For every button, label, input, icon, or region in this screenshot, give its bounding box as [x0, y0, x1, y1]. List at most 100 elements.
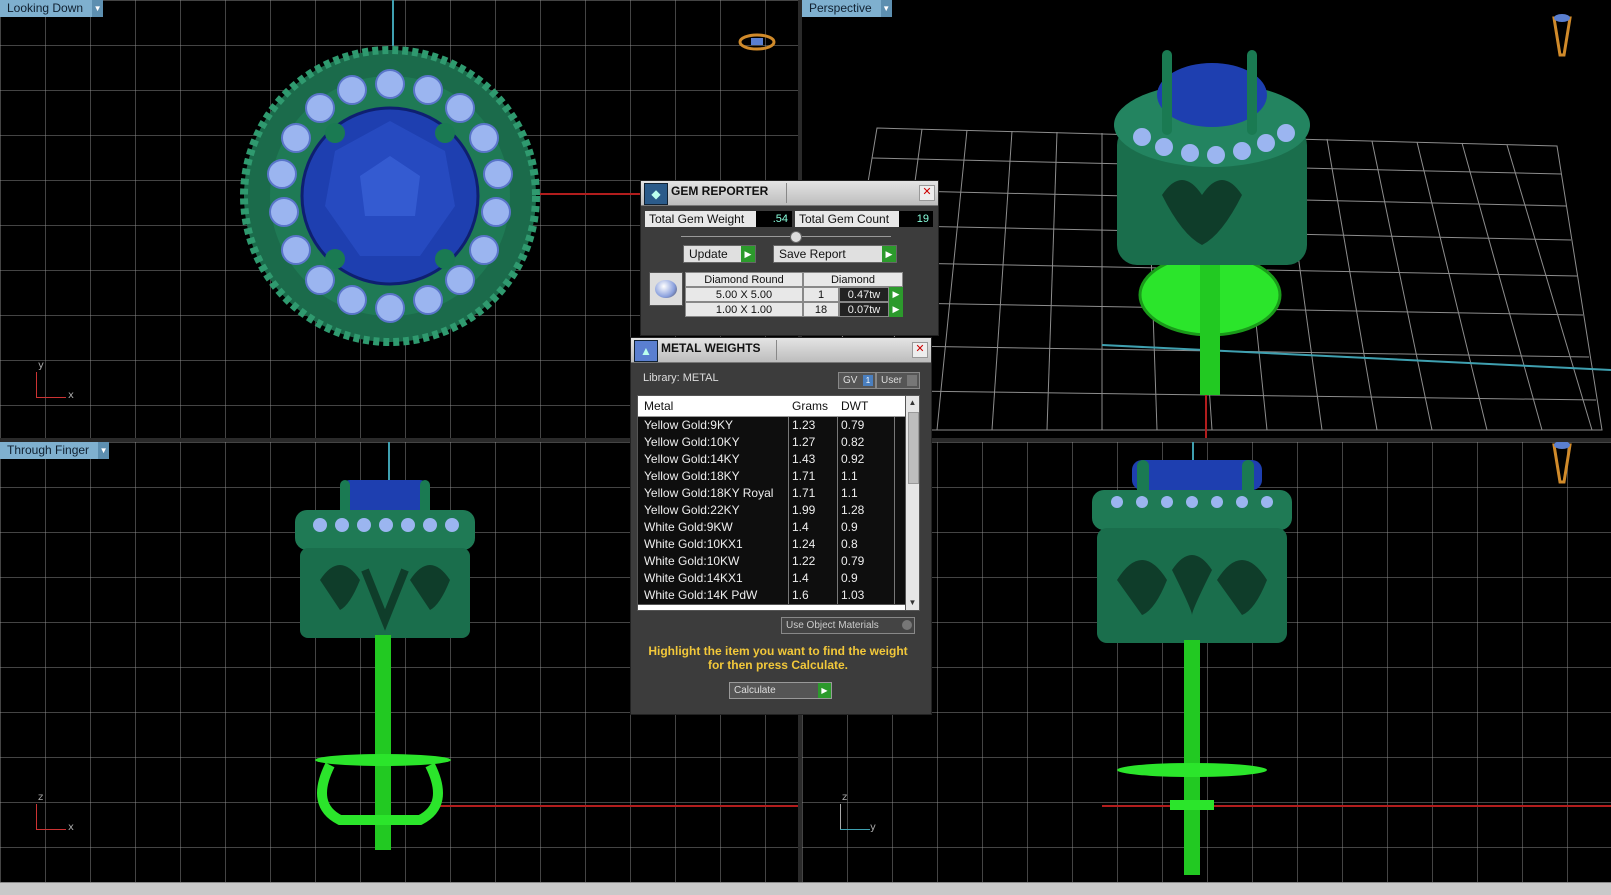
table-row[interactable]: White Gold:14KX1 1.4 0.9: [638, 570, 906, 588]
dropdown-arrow-icon[interactable]: ▼: [880, 0, 892, 17]
save-report-label: Save Report: [779, 247, 846, 261]
axis-x-label: x: [68, 822, 74, 833]
status-bar: [0, 882, 1611, 895]
viewport-label-perspective[interactable]: Perspective ▼: [802, 0, 892, 17]
earring-perspective-view[interactable]: [1102, 45, 1312, 405]
column-separator: [788, 519, 789, 536]
metal-weights-panel[interactable]: ▲ METAL WEIGHTS ✕ Library: METAL GV 1 Us…: [630, 337, 932, 715]
play-arrow-icon[interactable]: ▶: [889, 302, 903, 317]
use-object-materials-toggle[interactable]: Use Object Materials: [781, 617, 915, 634]
user-toggle[interactable]: User: [876, 372, 920, 389]
table-row[interactable]: White Gold:10KX1 1.24 0.8: [638, 536, 906, 554]
column-separator: [788, 468, 789, 485]
gv-toggle[interactable]: GV 1: [838, 372, 876, 389]
cell-grams: 1.23: [792, 418, 816, 432]
table-row[interactable]: Yellow Gold:18KY Royal 1.71 1.1: [638, 485, 906, 503]
close-icon[interactable]: ✕: [912, 342, 928, 358]
table-row[interactable]: White Gold:10KW 1.22 0.79: [638, 553, 906, 571]
cell-dwt: 0.92: [841, 452, 865, 466]
play-arrow-icon: ▶: [882, 246, 896, 262]
update-button[interactable]: Update ▶: [683, 245, 756, 263]
cell-dwt: 0.82: [841, 435, 865, 449]
cell-dwt: 1.1: [841, 486, 858, 500]
column-separator: [894, 434, 895, 451]
table-row[interactable]: White Gold:14K PdW 1.6 1.03: [638, 587, 906, 605]
view-cube-icon[interactable]: [1550, 10, 1574, 60]
cell-grams: 1.71: [792, 486, 816, 500]
view-cube-icon[interactable]: [1550, 442, 1574, 487]
viewport-label-looking-down[interactable]: Looking Down ▼: [0, 0, 104, 17]
earring-top-view[interactable]: [240, 46, 540, 346]
title-separator: [786, 183, 787, 203]
column-header-metal[interactable]: Metal: [644, 399, 673, 413]
play-arrow-icon: ▶: [818, 683, 831, 698]
view-cube-icon[interactable]: [737, 30, 777, 54]
table-row[interactable]: Yellow Gold:18KY 1.71 1.1: [638, 468, 906, 486]
table-row[interactable]: Yellow Gold:9KY 1.23 0.79: [638, 417, 906, 435]
earring-front-view[interactable]: [290, 480, 480, 880]
axis-line: [392, 0, 394, 46]
viewport-label-text: Through Finger: [7, 443, 90, 457]
column-header-dwt[interactable]: DWT: [841, 399, 868, 413]
column-header-grams[interactable]: Grams: [792, 399, 828, 413]
gem-weight-cell[interactable]: 0.07tw: [839, 302, 889, 317]
save-report-button[interactable]: Save Report ▶: [773, 245, 897, 263]
gv-toggle-indicator: 1: [863, 375, 873, 386]
scroll-up-icon[interactable]: ▲: [906, 396, 919, 410]
cell-grams: 1.4: [792, 520, 809, 534]
scroll-down-icon[interactable]: ▼: [906, 596, 919, 610]
column-separator: [837, 553, 838, 570]
cell-metal: Yellow Gold:22KY: [644, 503, 740, 517]
earring-side-view[interactable]: [1092, 460, 1302, 880]
metal-weights-titlebar[interactable]: ▲ METAL WEIGHTS ✕: [631, 338, 931, 363]
viewport-label-text: Perspective: [809, 1, 872, 15]
table-row[interactable]: Yellow Gold:14KY 1.43 0.92: [638, 451, 906, 469]
dropdown-arrow-icon[interactable]: ▼: [98, 442, 110, 459]
gem-reporter-title: GEM REPORTER: [671, 184, 769, 198]
cell-metal: White Gold:14KX1: [644, 571, 743, 585]
cell-metal: Yellow Gold:9KY: [644, 418, 733, 432]
gem-count-cell[interactable]: 1: [803, 287, 839, 302]
gem-size-cell[interactable]: 1.00 X 1.00: [685, 302, 803, 317]
round-diamond-icon: [655, 280, 677, 298]
column-separator: [788, 417, 789, 434]
column-separator: [788, 434, 789, 451]
table-row[interactable]: White Gold:9KW 1.4 0.9: [638, 519, 906, 537]
axis-triad-x: [36, 397, 66, 398]
update-button-label: Update: [689, 247, 728, 261]
play-arrow-icon[interactable]: ▶: [889, 287, 903, 302]
dropdown-arrow-icon[interactable]: ▼: [92, 0, 104, 17]
gem-size-cell[interactable]: 5.00 X 5.00: [685, 287, 803, 302]
column-separator: [788, 502, 789, 519]
gem-shape-header: Diamond Round: [685, 272, 803, 287]
gem-count-cell[interactable]: 18: [803, 302, 839, 317]
column-separator: [788, 570, 789, 587]
column-separator: [837, 587, 838, 604]
table-row[interactable]: Yellow Gold:22KY 1.99 1.28: [638, 502, 906, 520]
panel-splitter-handle[interactable]: [790, 231, 802, 243]
close-icon[interactable]: ✕: [919, 185, 935, 201]
viewport-label-through-finger[interactable]: Through Finger ▼: [0, 442, 110, 459]
column-separator: [837, 519, 838, 536]
gem-thumbnail[interactable]: [649, 272, 683, 306]
cell-dwt: 0.9: [841, 520, 858, 534]
calculate-button[interactable]: Calculate ▶: [729, 682, 832, 699]
axis-z-label: z: [38, 792, 44, 803]
metal-weights-table[interactable]: Metal Grams DWT Yellow Gold:9KY 1.23 0.79 Y…: [637, 395, 907, 611]
axis-y-label: y: [38, 360, 44, 371]
gem-reporter-panel[interactable]: ◆ GEM REPORTER ✕ Total Gem Weight .54 To…: [640, 180, 939, 336]
column-separator: [894, 417, 895, 434]
column-separator: [894, 553, 895, 570]
column-separator: [788, 553, 789, 570]
table-row[interactable]: Yellow Gold:10KY 1.27 0.82: [638, 434, 906, 452]
scrollbar-thumb[interactable]: [908, 412, 919, 484]
cell-grams: 1.43: [792, 452, 816, 466]
cell-metal: Yellow Gold:18KY Royal: [644, 486, 774, 500]
axis-y-label: y: [870, 822, 876, 833]
toggle-indicator: [902, 620, 912, 630]
gem-weight-cell[interactable]: 0.47tw: [839, 287, 889, 302]
column-separator: [837, 570, 838, 587]
cell-dwt: 1.1: [841, 469, 858, 483]
table-scrollbar[interactable]: ▲ ▼: [905, 395, 920, 611]
gem-reporter-titlebar[interactable]: ◆ GEM REPORTER ✕: [641, 181, 938, 206]
